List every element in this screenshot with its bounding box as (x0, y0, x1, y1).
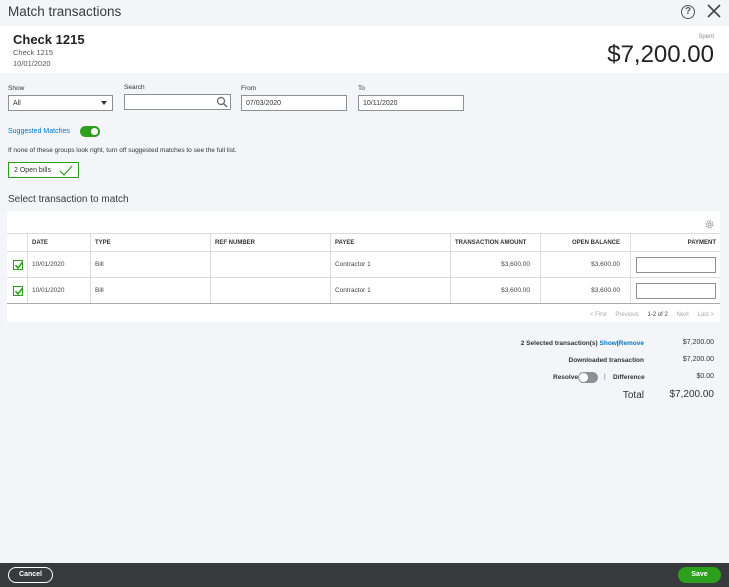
cell-amount: $3,600.00 (450, 251, 541, 278)
footer-bar: Cancel Save (0, 563, 729, 587)
cell-payment (630, 251, 720, 278)
total-label: Total (622, 390, 644, 401)
cell-payment (630, 277, 720, 304)
row-select-cell (7, 251, 28, 278)
from-label: From (241, 85, 257, 92)
selected-value: $7,200.00 (682, 339, 714, 346)
table-row: 10/01/2020 Bill Contractor 1 $3,600.00 $… (7, 251, 720, 278)
checkmark-icon (14, 287, 24, 295)
to-label: To (358, 85, 365, 92)
column-header-type[interactable]: TYPE (90, 233, 211, 252)
transactions-panel: DATE TYPE REF NUMBER PAYEE TRANSACTION A… (7, 211, 720, 322)
to-date-input[interactable]: 10/11/2020 (358, 95, 464, 111)
row-checkbox[interactable] (13, 259, 24, 270)
table-row: 10/01/2020 Bill Contractor 1 $3,600.00 $… (7, 277, 720, 304)
column-header-payee[interactable]: PAYEE (330, 233, 451, 252)
cell-ref (210, 251, 331, 278)
show-label: Show (8, 85, 25, 92)
to-date-value: 10/11/2020 (363, 100, 398, 107)
cell-type: Bill (90, 277, 211, 304)
remove-link[interactable]: Remove (619, 340, 644, 347)
checkmark-icon (59, 165, 73, 176)
search-label: Search (124, 84, 145, 91)
table-header-row: DATE TYPE REF NUMBER PAYEE TRANSACTION A… (7, 233, 720, 252)
close-icon[interactable] (706, 3, 722, 19)
spent-amount: $7,200.00 (607, 41, 714, 68)
transaction-header: Check 1215 Check 1215 10/01/2020 Spent $… (0, 26, 729, 73)
resolve-separator: | (604, 373, 606, 380)
check-date: 10/01/2020 (13, 59, 51, 68)
downloaded-label: Downloaded transaction (568, 357, 644, 364)
check-subtitle: Check 1215 (13, 48, 54, 57)
cell-payee: Contractor 1 (330, 277, 451, 304)
section-title: Select transaction to match (8, 194, 129, 205)
total-value: $7,200.00 (669, 389, 715, 400)
window-title: Match transactions (8, 4, 122, 19)
column-header-ref[interactable]: REF NUMBER (210, 233, 331, 252)
from-date-input[interactable]: 07/03/2020 (241, 95, 347, 111)
difference-label: Difference (613, 374, 645, 381)
suggested-matches-toggle[interactable] (80, 126, 100, 137)
spent-label: Spent (698, 34, 714, 40)
cancel-button[interactable]: Cancel (8, 567, 53, 583)
pager-last-link[interactable]: Last > (697, 312, 714, 318)
title-bar: Match transactions ? (0, 0, 729, 26)
search-icon[interactable] (216, 96, 228, 108)
show-select[interactable]: All (8, 95, 113, 111)
row-checkbox[interactable] (13, 285, 24, 296)
show-select-value: All (13, 100, 21, 107)
column-header-payment[interactable]: PAYMENT (630, 233, 720, 252)
downloaded-value: $7,200.00 (682, 356, 714, 363)
gear-icon[interactable] (704, 219, 715, 230)
cell-date: 10/01/2020 (27, 251, 91, 278)
suggested-matches-label: Suggested Matches (8, 128, 70, 135)
from-date-value: 07/03/2020 (246, 100, 282, 107)
pager-first-link[interactable]: < First (590, 312, 607, 318)
transactions-table: DATE TYPE REF NUMBER PAYEE TRANSACTION A… (7, 233, 720, 304)
open-bills-group-button[interactable]: 2 Open bills (8, 162, 79, 178)
help-icon[interactable]: ? (681, 5, 695, 19)
row-select-cell (7, 277, 28, 304)
payment-input[interactable] (636, 256, 716, 273)
difference-value: $0.00 (696, 373, 714, 380)
pagination: < First Previous 1-2 of 2 Next Last > (583, 312, 714, 318)
open-bills-label: 2 Open bills (14, 167, 51, 174)
pager-current: 1-2 of 2 (647, 312, 668, 318)
resolve-label: Resolve (553, 374, 578, 381)
column-header-date[interactable]: DATE (27, 233, 91, 252)
select-column-header (7, 233, 28, 252)
cell-amount: $3,600.00 (450, 277, 541, 304)
pager-next-link[interactable]: Next (676, 312, 688, 318)
pager-previous-link[interactable]: Previous (615, 312, 638, 318)
column-header-balance[interactable]: OPEN BALANCE (540, 233, 631, 252)
suggested-hint: If none of these groups look right, turn… (8, 147, 237, 154)
cell-payee: Contractor 1 (330, 251, 451, 278)
cell-balance: $3,600.00 (540, 277, 631, 304)
cell-type: Bill (90, 251, 211, 278)
checkmark-icon (14, 261, 24, 269)
selected-count-text: 2 Selected transaction(s) (520, 340, 598, 347)
selected-summary: 2 Selected transaction(s) Show|Remove (521, 340, 644, 347)
chevron-down-icon (101, 101, 107, 105)
cell-date: 10/01/2020 (27, 277, 91, 304)
check-title: Check 1215 (13, 32, 85, 47)
cell-balance: $3,600.00 (540, 251, 631, 278)
save-button[interactable]: Save (678, 567, 721, 583)
payment-input[interactable] (636, 282, 716, 299)
show-link[interactable]: Show (600, 340, 617, 347)
cell-ref (210, 277, 331, 304)
search-input[interactable] (124, 94, 231, 110)
column-header-amount[interactable]: TRANSACTION AMOUNT (450, 233, 541, 252)
resolve-toggle[interactable] (578, 372, 598, 383)
